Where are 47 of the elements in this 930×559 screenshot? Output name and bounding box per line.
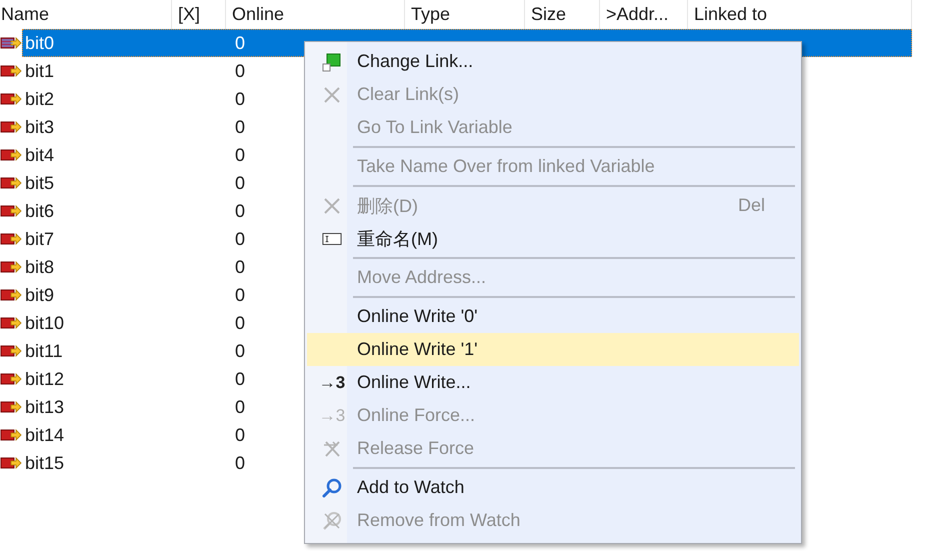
cross-icon: [322, 196, 342, 216]
name-cell-text: bit12: [24, 368, 66, 390]
online-cell: 0: [235, 116, 246, 136]
link-icon: [322, 52, 342, 72]
menu-item[interactable]: Add to Watch: [307, 471, 799, 504]
name-cell-text: bit13: [24, 396, 66, 418]
name-cell-text: bit11: [24, 340, 64, 362]
online-cell: 0: [235, 424, 246, 444]
search-icon: [322, 478, 342, 498]
write-value-icon: →3: [318, 372, 346, 392]
online-cell: 0: [235, 88, 246, 108]
online-cell: 0: [235, 256, 246, 276]
name-cell-text: bit9: [24, 284, 56, 306]
online-cell: 0: [235, 452, 246, 472]
name-cell-text: bit15: [24, 452, 66, 474]
menu-item[interactable]: 重命名(M): [307, 222, 799, 255]
online-cell: 0: [235, 284, 246, 304]
online-cell: 0: [235, 396, 246, 416]
write-value-icon: →3: [318, 406, 346, 426]
name-cell-text: bit3: [24, 116, 56, 138]
menu-item[interactable]: Change Link...: [307, 45, 799, 78]
online-cell: 0: [235, 340, 246, 360]
name-cell-text: bit8: [24, 256, 56, 278]
name-cell-text: bit14: [24, 424, 66, 446]
name-cell-text: bit10: [24, 312, 66, 334]
crossed-magnifier-icon: [322, 510, 342, 530]
name-cell-text: bit4: [24, 144, 56, 166]
crossed-arrow-icon: [322, 438, 342, 458]
menu-item[interactable]: →3 Online Write...: [307, 366, 799, 399]
online-cell: 0: [235, 144, 246, 164]
name-cell-text: bit1: [24, 60, 56, 82]
online-cell: 0: [235, 200, 246, 220]
menu-item[interactable]: Online Write '0': [307, 300, 799, 333]
online-cell: 0: [235, 172, 246, 192]
name-cell-text: bit5: [24, 172, 56, 194]
cross-icon: [322, 84, 342, 104]
menu-item[interactable]: Online Write '1': [307, 333, 799, 366]
online-cell: 0: [235, 368, 246, 388]
name-cell-text: bit7: [24, 228, 56, 250]
shortcut-label: Del: [738, 195, 765, 216]
online-cell: 0: [235, 60, 246, 80]
name-cell-text: bit2: [24, 88, 56, 110]
name-cell-text: bit0: [24, 32, 56, 54]
online-cell: 0: [235, 312, 246, 332]
name-cell-text: bit6: [24, 200, 56, 222]
online-cell: 0: [235, 32, 246, 52]
online-cell: 0: [235, 228, 246, 248]
